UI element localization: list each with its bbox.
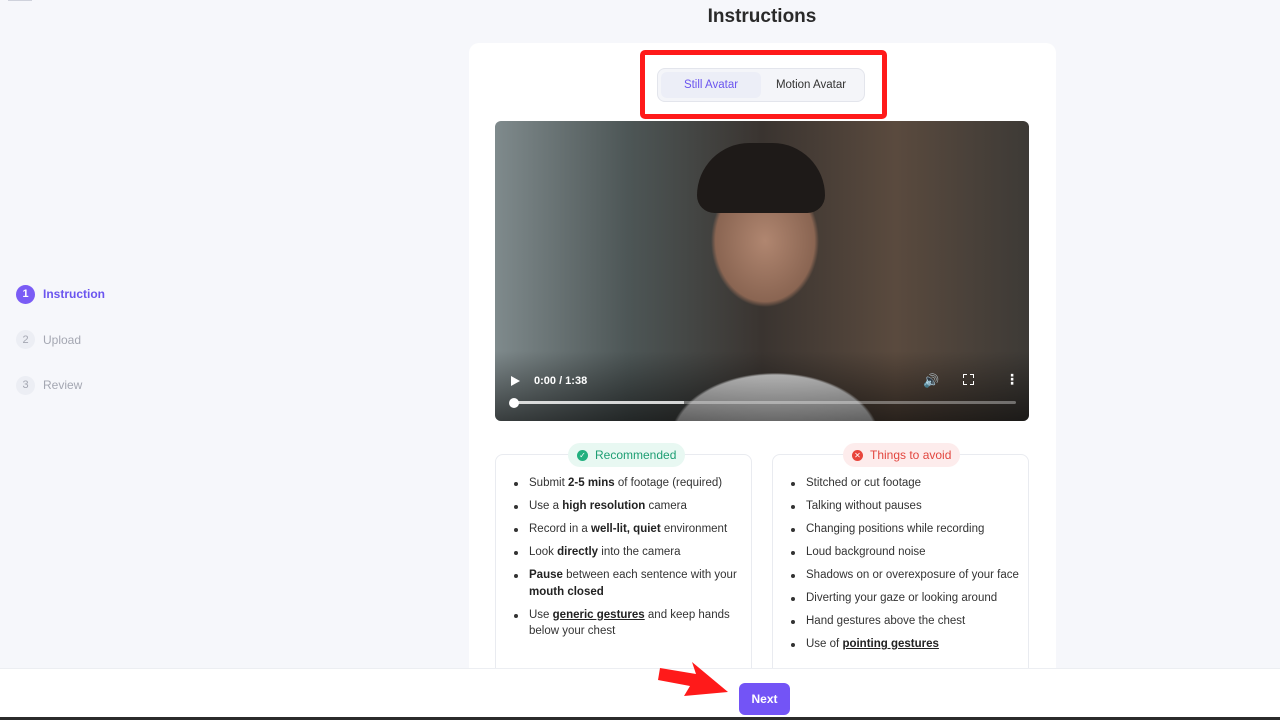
volume-icon[interactable]: 🔊 [923, 373, 939, 389]
tab-motion-avatar[interactable]: Motion Avatar [761, 72, 861, 98]
video-time: 0:00 / 1:38 [534, 375, 588, 387]
list-item-text: of footage (required) [614, 477, 723, 489]
list-item: Hand gestures above the chest [789, 613, 1019, 630]
list-item: Look directly into the camera [512, 544, 742, 561]
list-item: Use a high resolution camera [512, 498, 742, 515]
footer-bar: Next [0, 668, 1280, 720]
list-item: Submit 2-5 mins of footage (required) [512, 475, 742, 492]
list-item-text: Look [529, 546, 558, 558]
avoid-panel: ✕ Things to avoid Stitched or cut footag… [772, 443, 1029, 694]
list-item: Shadows on or overexposure of your face [789, 567, 1019, 584]
recommended-list: Submit 2-5 mins of footage (required) Use… [512, 475, 742, 646]
list-item: Record in a well-lit, quiet environment [512, 521, 742, 538]
recommended-label: Recommended [595, 448, 677, 462]
video-progress-bar[interactable] [509, 397, 1016, 408]
list-item: Changing positions while recording [789, 521, 1019, 538]
fullscreen-icon[interactable] [963, 374, 974, 385]
instruction-video[interactable]: 0:00 / 1:38 🔊 ⋮ [495, 121, 1029, 421]
list-item: Loud background noise [789, 544, 1019, 561]
list-item-text: well-lit, quiet [591, 523, 661, 535]
list-item-text: camera [645, 500, 687, 512]
video-subject [697, 143, 825, 213]
list-item-text: between each sentence with your [562, 569, 737, 581]
inline-link[interactable]: generic gestures [553, 609, 645, 621]
step-review[interactable]: 3 Review [16, 375, 105, 395]
page-title: Instructions [707, 6, 817, 27]
list-item-text: high resolution [562, 500, 646, 512]
list-item-text: into the camera [598, 546, 681, 558]
list-item: Use of pointing gestures [789, 636, 1019, 653]
list-item: Use generic gestures and keep hands belo… [512, 607, 742, 640]
list-item-text: Submit [529, 477, 568, 489]
list-item: Stitched or cut footage [789, 475, 1019, 492]
check-circle-icon: ✓ [577, 449, 588, 461]
list-item-text: Hand gestures above the chest [806, 615, 966, 627]
step-label: Instruction [43, 287, 105, 301]
step-label: Upload [43, 332, 82, 347]
list-item-text: Stitched or cut footage [806, 477, 922, 489]
list-item-text: Use a [529, 500, 563, 512]
list-item-text: directly [557, 546, 599, 558]
list-item: Pause between each sentence with your mo… [512, 567, 742, 600]
more-options-icon[interactable]: ⋮ [1005, 372, 1019, 386]
list-item-text: Talking without pauses [806, 500, 922, 512]
step-number: 2 [16, 330, 35, 349]
step-label: Review [43, 378, 83, 392]
list-item: Diverting your gaze or looking around [789, 590, 1019, 607]
steps-nav: 1 Instruction 2 Upload 3 Review [16, 284, 105, 421]
step-instruction[interactable]: 1 Instruction [16, 284, 105, 304]
list-item-text: Pause [529, 569, 563, 581]
list-item-text: Use [529, 608, 553, 621]
list-item-text: 2-5 mins [568, 477, 615, 489]
menu-handle [8, 0, 32, 1]
x-circle-icon: ✕ [852, 449, 863, 461]
next-button[interactable]: Next [739, 683, 790, 715]
buffered-bar [513, 401, 685, 404]
avatar-type-toggle: Still Avatar Motion Avatar [657, 68, 865, 102]
list-item-text: Changing positions while recording [806, 523, 985, 535]
step-number: 1 [16, 284, 35, 304]
step-number: 3 [16, 375, 35, 395]
step-upload[interactable]: 2 Upload [16, 330, 105, 350]
list-item-text: environment [660, 523, 728, 535]
list-item-text: Loud background noise [806, 546, 926, 558]
red-arrow-annotation [658, 662, 728, 696]
inline-link[interactable]: pointing gestures [842, 638, 938, 650]
instructions-card: Still Avatar Motion Avatar 0:00 / 1:38 🔊… [469, 43, 1056, 694]
list-item-text: mouth closed [529, 585, 604, 598]
list-item-text: Use of [806, 638, 843, 650]
scrubber-handle[interactable] [509, 397, 519, 408]
list-item-text: Record in a [529, 523, 592, 535]
list-item-text: Diverting your gaze or looking around [806, 592, 998, 604]
avoid-label: Things to avoid [870, 448, 952, 462]
play-icon[interactable] [511, 376, 520, 386]
list-item-text: Shadows on or overexposure of your face [806, 569, 1019, 581]
avoid-list: Stitched or cut footage Talking without p… [789, 475, 1019, 659]
tab-still-avatar[interactable]: Still Avatar [661, 72, 761, 98]
list-item: Talking without pauses [789, 498, 1019, 515]
avoid-badge: ✕ Things to avoid [843, 443, 961, 467]
recommended-badge: ✓ Recommended [568, 443, 686, 467]
